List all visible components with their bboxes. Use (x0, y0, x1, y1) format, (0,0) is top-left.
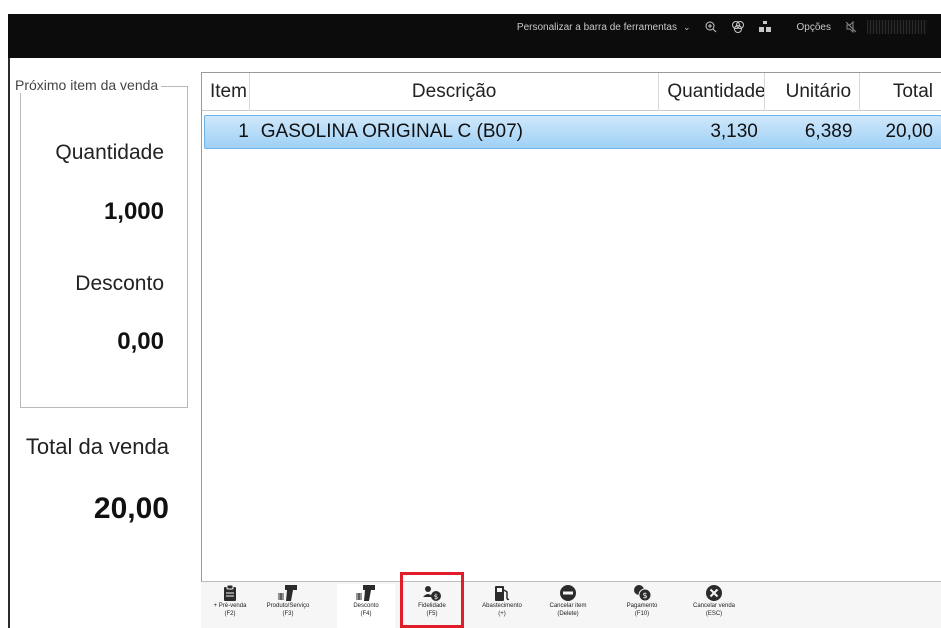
svg-text:$: $ (642, 591, 647, 600)
window-toolbar: Personalizar a barra de ferramentas ⌄ Op… (8, 14, 941, 40)
quantity-label: Quantidade (55, 141, 164, 164)
discount-button-key: (F4) (360, 611, 372, 617)
svg-text:$: $ (434, 593, 438, 601)
cancel-item-button[interactable]: Cancelar item (Delete) (539, 584, 597, 628)
row-unit-price: 6,389 (804, 121, 853, 142)
network-icon[interactable] (758, 21, 771, 33)
next-item-panel (20, 86, 188, 408)
loyalty-label: Fidelidade (418, 603, 446, 609)
column-header-quantity[interactable]: Quantidade (659, 73, 766, 111)
row-description: GASOLINA ORIGINAL C (B07) (260, 121, 523, 142)
discount-button-label: Desconto (353, 603, 379, 609)
options-button[interactable]: Opções (797, 22, 831, 33)
barcode-scanner-icon (356, 585, 375, 601)
pre-sale-button[interactable]: + Pré-venda (F2) (201, 584, 259, 628)
discount-button[interactable]: Desconto (F4) (337, 584, 395, 628)
discount-value: 0,00 (117, 328, 164, 355)
table-header: Item Descrição Quantidade Unitário Total (202, 73, 941, 111)
sale-total-value: 20,00 (93, 492, 169, 525)
product-service-button[interactable]: Produto/Serviço (F3) (259, 584, 317, 628)
barcode-scanner-icon (278, 585, 297, 601)
payment-key: (F10) (634, 611, 650, 617)
cancel-sale-label: Cancelar venda (692, 603, 736, 609)
cancel-item-label: Cancelar item (549, 603, 587, 609)
minus-circle-icon (560, 585, 576, 601)
refuel-label: Abastecimento (482, 603, 522, 609)
refuel-button[interactable]: Abastecimento (+) (473, 584, 531, 628)
product-service-key: (F3) (282, 611, 294, 617)
next-item-legend: Próximo item da venda (12, 77, 162, 93)
discount-label: Desconto (75, 272, 164, 295)
sale-total-label: Total da venda (25, 434, 169, 459)
top-bar: Personalizar a barra de ferramentas ⌄ Op… (8, 14, 941, 58)
row-total: 20,00 (885, 121, 933, 142)
pre-sale-label: + Pré-venda (213, 603, 247, 609)
row-quantity: 3,130 (710, 121, 758, 142)
column-header-total[interactable]: Total (860, 73, 941, 111)
loyalty-key: (F5) (426, 611, 438, 617)
column-header-unit-price[interactable]: Unitário (765, 73, 861, 111)
refuel-key: (+) (498, 611, 506, 617)
column-header-description[interactable]: Descrição (250, 73, 660, 111)
chevron-down-icon: ⌄ (682, 21, 691, 32)
table-row[interactable]: 1 GASOLINA ORIGINAL C (B07) 3,130 6,389 … (204, 115, 941, 149)
quantity-value: 1,000 (103, 198, 164, 225)
mute-icon[interactable] (845, 21, 857, 33)
clipboard-icon (224, 584, 236, 601)
product-service-label: Produto/Serviço (266, 603, 310, 609)
column-header-item[interactable]: Item (202, 73, 250, 111)
row-item-number: 1 (238, 121, 249, 142)
status-indicator (867, 20, 927, 34)
customize-toolbar-label: Personalizar a barra de ferramentas (516, 21, 677, 33)
cancel-sale-button[interactable]: Cancelar venda (ESC) (685, 584, 743, 628)
filter-icon[interactable] (731, 21, 745, 33)
loyalty-button[interactable]: $ Fidelidade (F5) (403, 584, 461, 628)
payment-label: Pagamento (626, 603, 658, 609)
action-toolbar: + Pré-venda (F2) Produto/Serviço (F3) De… (201, 582, 941, 628)
zoom-in-icon[interactable] (705, 21, 717, 33)
coins-icon: $ (634, 585, 652, 602)
cancel-circle-icon (706, 585, 722, 601)
cancel-item-key: (Delete) (557, 611, 579, 617)
payment-button[interactable]: $ Pagamento (F10) (613, 584, 671, 628)
cancel-sale-key: (ESC) (705, 611, 723, 617)
customize-toolbar-button[interactable]: Personalizar a barra de ferramentas ⌄ (517, 22, 691, 33)
loyalty-icon: $ (423, 586, 441, 601)
fuel-pump-icon (495, 586, 510, 601)
pre-sale-key: (F2) (224, 611, 236, 617)
sale-items-table: Item Descrição Quantidade Unitário Total… (201, 72, 941, 582)
